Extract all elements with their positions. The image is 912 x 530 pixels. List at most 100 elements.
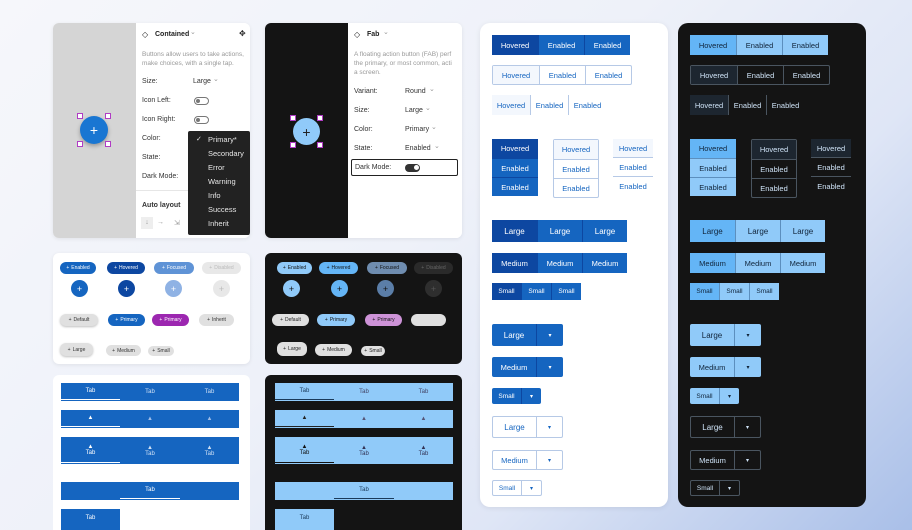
split-main-large[interactable]: Large [493, 417, 536, 437]
group-button-enabled[interactable]: Enabled [811, 158, 851, 177]
dropdown-option-warning[interactable]: Warning [188, 174, 250, 188]
extended-fab-focused[interactable]: + Focused [154, 262, 194, 274]
group-button-hovered[interactable]: Hovered [691, 66, 737, 84]
group-button-large[interactable]: Large [492, 220, 537, 242]
bell-icon[interactable]: ▲ [394, 410, 453, 428]
group-button-hovered[interactable]: Hovered [690, 139, 736, 158]
extended-fab-hovered[interactable]: + Hovered [319, 262, 358, 274]
tab-with-icon[interactable]: ▲ Tab [180, 437, 239, 464]
extended-fab-default[interactable]: + Default [60, 314, 98, 326]
group-button-small[interactable]: Small [749, 283, 779, 300]
icon-right-toggle[interactable] [194, 116, 209, 124]
tab[interactable]: Tab [61, 383, 120, 400]
split-main-small[interactable]: Small [493, 481, 521, 495]
tab[interactable]: Tab [334, 383, 394, 401]
group-button-medium[interactable]: Medium [690, 253, 735, 273]
group-button-small[interactable]: Small [719, 283, 749, 300]
extended-fab-large[interactable]: + Large [60, 343, 93, 356]
bell-icon[interactable]: ▲ [275, 410, 334, 427]
fab-small-hovered[interactable]: + [331, 280, 348, 297]
dark-mode-row[interactable]: Dark Mode: [351, 159, 458, 176]
fab-small-focused[interactable]: + [165, 280, 182, 297]
caret-down-icon[interactable]: ▾ [521, 481, 541, 495]
group-button-hovered[interactable]: Hovered [690, 95, 728, 115]
group-button-hovered[interactable]: Hovered [752, 140, 796, 159]
bell-icon[interactable]: ▲ [120, 410, 180, 428]
group-button-enabled[interactable]: Enabled [782, 35, 828, 55]
extended-fab-primary[interactable]: + Primary [317, 314, 355, 326]
caret-down-icon[interactable]: ▾ [719, 388, 739, 404]
group-button-enabled[interactable]: Enabled [554, 178, 598, 197]
split-main-medium[interactable]: Medium [493, 451, 536, 469]
split-main-small[interactable]: Small [691, 481, 719, 495]
extended-fab-inherit[interactable] [411, 314, 446, 326]
group-button-enabled[interactable]: Enabled [492, 158, 538, 177]
extended-fab-focused[interactable]: + Focused [367, 262, 407, 274]
tab[interactable]: Tab [61, 509, 120, 527]
tab[interactable]: Tab [120, 482, 180, 499]
group-button-hovered[interactable]: Hovered [690, 35, 736, 55]
tab-with-icon[interactable]: ▲ Tab [394, 437, 453, 464]
group-button-enabled[interactable]: Enabled [613, 158, 653, 177]
bell-icon[interactable]: ▲ [334, 410, 394, 428]
caret-down-icon[interactable]: ▾ [734, 357, 761, 377]
group-button-hovered[interactable]: Hovered [554, 140, 598, 159]
group-button-medium[interactable]: Medium [537, 253, 582, 273]
group-button-small[interactable]: Small [521, 283, 551, 300]
group-button-small[interactable]: Small [551, 283, 581, 300]
tab-with-icon[interactable]: ▲ Tab [275, 437, 334, 463]
extended-fab-small[interactable]: + Small [148, 346, 174, 356]
state-value[interactable]: Enabled [405, 145, 431, 152]
group-button-large[interactable]: Large [690, 220, 735, 242]
group-button-enabled[interactable]: Enabled [811, 177, 851, 196]
group-button-enabled[interactable]: Enabled [752, 178, 796, 197]
dark-mode-toggle[interactable] [405, 164, 420, 172]
caret-down-icon[interactable]: ▾ [536, 417, 562, 437]
layout-down-icon[interactable]: ↓ [141, 217, 153, 229]
group-button-enabled[interactable]: Enabled [585, 66, 631, 84]
group-button-enabled[interactable]: Enabled [690, 158, 736, 177]
group-button-enabled[interactable]: Enabled [584, 35, 630, 55]
extended-fab-inherit[interactable]: + Inherit [199, 314, 234, 326]
caret-down-icon[interactable]: ▾ [521, 388, 541, 404]
icon-left-toggle[interactable] [194, 97, 209, 105]
split-main-large[interactable]: Large [691, 417, 734, 437]
size-value[interactable]: Large [405, 107, 423, 114]
split-main-large[interactable]: Large [690, 324, 734, 346]
bell-icon[interactable]: ▲ [61, 410, 120, 427]
dropdown-option-secondary[interactable]: Secondary [188, 146, 250, 160]
group-button-hovered[interactable]: Hovered [811, 139, 851, 158]
group-button-small[interactable]: Small [690, 283, 719, 300]
extended-fab-medium[interactable]: + Medium [315, 344, 352, 356]
caret-down-icon[interactable]: ▾ [734, 451, 760, 469]
group-button-enabled[interactable]: Enabled [492, 177, 538, 196]
group-button-medium[interactable]: Medium [780, 253, 825, 273]
color-value[interactable]: Primary [405, 126, 429, 133]
fab-button-dark[interactable]: + [293, 118, 320, 145]
group-button-large[interactable]: Large [537, 220, 582, 242]
extended-fab-small[interactable]: + Small [361, 346, 385, 356]
group-button-enabled[interactable]: Enabled [613, 177, 653, 196]
dropdown-option-info[interactable]: Info [188, 188, 250, 202]
group-button-large[interactable]: Large [780, 220, 825, 242]
tab-with-icon[interactable]: ▲ Tab [334, 437, 394, 464]
split-main-medium[interactable]: Medium [690, 357, 734, 377]
group-button-enabled[interactable]: Enabled [728, 95, 766, 115]
tab[interactable]: Tab [180, 383, 239, 401]
component-name[interactable]: Fab [367, 31, 379, 38]
group-button-hovered[interactable]: Hovered [493, 66, 539, 84]
group-button-small[interactable]: Small [492, 283, 521, 300]
group-button-medium[interactable]: Medium [582, 253, 627, 273]
extended-fab-enabled[interactable]: + Enabled [60, 262, 96, 274]
fab-small-enabled[interactable]: + [71, 280, 88, 297]
tab[interactable]: Tab [275, 509, 334, 527]
fab-small-enabled[interactable]: + [283, 280, 300, 297]
size-value[interactable]: Large [193, 78, 211, 85]
split-main-small[interactable]: Small [492, 388, 521, 404]
group-button-hovered[interactable]: Hovered [492, 139, 538, 158]
caret-down-icon[interactable]: ▾ [536, 357, 563, 377]
group-button-enabled[interactable]: Enabled [690, 177, 736, 196]
group-button-large[interactable]: Large [735, 220, 780, 242]
tab-with-icon[interactable]: ▲ Tab [61, 437, 120, 463]
group-button-medium[interactable]: Medium [735, 253, 780, 273]
